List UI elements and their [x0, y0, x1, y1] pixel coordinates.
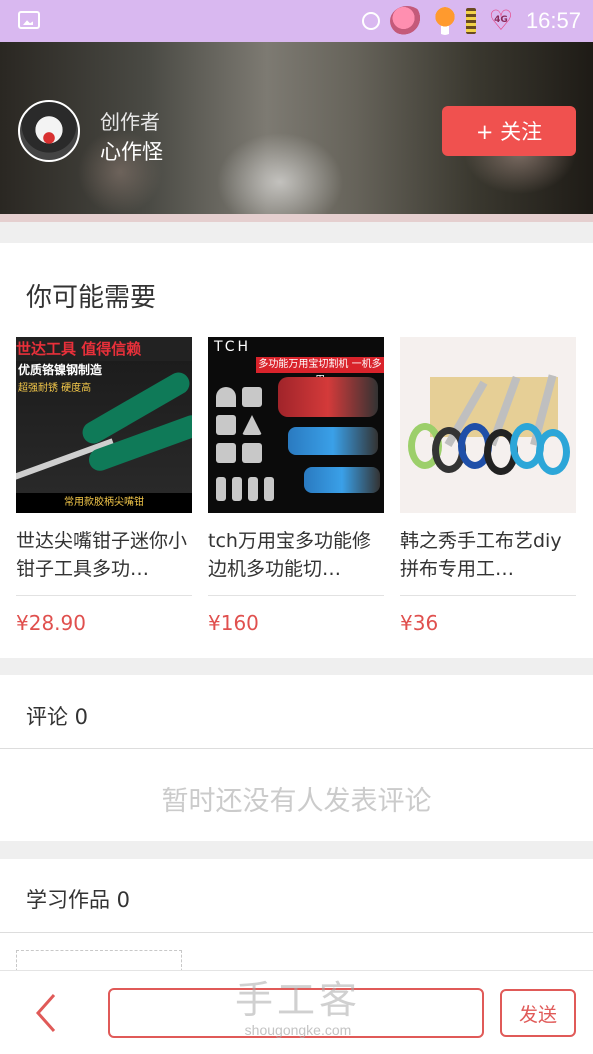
divider	[0, 748, 593, 749]
send-button[interactable]: 发送	[500, 989, 576, 1037]
image-footer-text: 常用款胶柄尖嘴钳	[16, 493, 192, 513]
back-arrow-icon[interactable]	[32, 993, 62, 1033]
status-bar: ♡ 4G 16:57	[0, 0, 593, 42]
comments-section: 评论 0 暂时还没有人发表评论	[0, 675, 593, 841]
gallery-icon	[18, 11, 40, 29]
product-name[interactable]: tch万用宝多功能修边机多功能切…	[208, 527, 384, 583]
product-price: ¥28.90	[16, 611, 86, 635]
comments-title: 评论 0	[26, 705, 89, 729]
image-caption: 超强耐锈 硬度高	[18, 383, 92, 394]
avatar[interactable]	[18, 100, 80, 162]
product-card[interactable]: TCH 多功能万用宝切割机 一机多用 tch万用宝多功能修边机多功能切… ¥16…	[208, 337, 384, 635]
product-name[interactable]: 世达尖嘴钳子迷你小钳子工具多功…	[16, 527, 192, 583]
network-badge: 4G	[494, 15, 508, 25]
comment-input[interactable]	[108, 988, 484, 1038]
status-icons: ♡ 4G 16:57	[361, 6, 581, 36]
product-image[interactable]: 世达工具 值得信赖 优质铬镍钢制造 超强耐锈 硬度高 常用款胶柄尖嘴钳	[16, 337, 192, 513]
works-title: 学习作品 0	[26, 888, 131, 912]
product-image[interactable]	[400, 337, 576, 513]
clock: 16:57	[525, 8, 581, 33]
product-image[interactable]: TCH 多功能万用宝切割机 一机多用	[208, 337, 384, 513]
image-brand-text: TCH	[214, 339, 252, 355]
recommend-section: 你可能需要 世达工具 值得信赖 优质铬镍钢制造 超强耐锈 硬度高 常用款胶柄尖嘴…	[0, 243, 593, 658]
bottom-bar: 发送	[0, 970, 593, 1054]
image-banner-text: 多功能万用宝切割机 一机多用	[256, 357, 384, 386]
battery-icon	[465, 8, 476, 34]
image-banner-text: 世达工具 值得信赖	[16, 337, 192, 361]
product-price: ¥36	[400, 611, 439, 635]
product-price: ¥160	[208, 611, 259, 635]
mushroom-icon	[433, 7, 456, 35]
product-card[interactable]: 世达工具 值得信赖 优质铬镍钢制造 超强耐锈 硬度高 常用款胶柄尖嘴钳 世达尖嘴…	[16, 337, 192, 635]
creator-header: 创作者 心作怪 + 关注	[0, 42, 593, 222]
divider	[0, 932, 593, 933]
product-card[interactable]: 韩之秀手工布艺diy拼布专用工… ¥36	[400, 337, 576, 635]
works-section: 学习作品 0	[0, 859, 593, 981]
alarm-icon	[361, 12, 380, 30]
follow-button[interactable]: + 关注	[442, 106, 576, 156]
image-subtitle: 优质铬镍钢制造	[18, 363, 103, 377]
heart-icon: ♡ 4G	[486, 7, 516, 35]
product-name[interactable]: 韩之秀手工布艺diy拼布专用工…	[400, 527, 576, 583]
flower-icon	[389, 6, 424, 36]
empty-comments-text: 暂时还没有人发表评论	[161, 786, 432, 817]
creator-label: 创作者	[100, 110, 160, 134]
section-title: 你可能需要	[26, 283, 157, 313]
creator-name[interactable]: 心作怪	[100, 136, 163, 166]
